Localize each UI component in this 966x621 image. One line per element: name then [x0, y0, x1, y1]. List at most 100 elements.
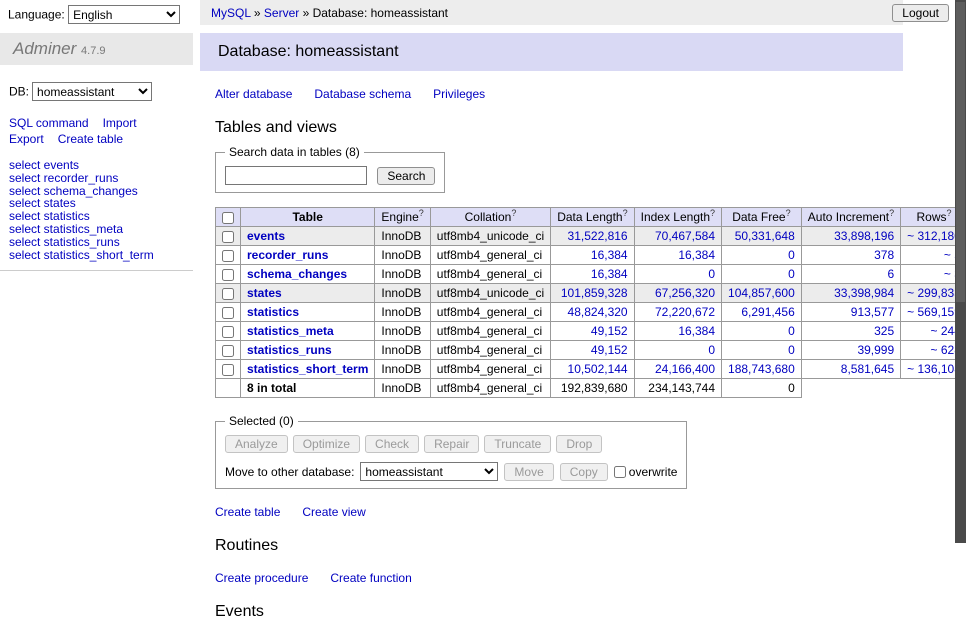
table-name-link[interactable]: statistics	[247, 305, 299, 319]
create-link[interactable]: Create view	[302, 505, 365, 519]
index-length-link[interactable]: 16,384	[678, 248, 715, 262]
data-free-cell: 0	[722, 341, 802, 360]
select-all-checkbox[interactable]	[222, 212, 234, 224]
sidebar-action-link[interactable]: SQL command	[9, 116, 89, 130]
breadcrumb-link[interactable]: Server	[264, 6, 299, 20]
data-free-link[interactable]: 104,857,600	[728, 286, 795, 300]
routine-link[interactable]: Create function	[330, 571, 411, 585]
hint-icon[interactable]: ?	[419, 208, 424, 218]
auto-increment-link[interactable]: 6	[887, 267, 894, 281]
overwrite-checkbox[interactable]	[614, 466, 626, 478]
data-free-link[interactable]: 188,743,680	[728, 362, 795, 376]
index-length-link[interactable]: 24,166,400	[655, 362, 715, 376]
drop-button[interactable]: Drop	[556, 435, 602, 453]
repair-button[interactable]: Repair	[424, 435, 479, 453]
scrollbar-thumb[interactable]	[956, 2, 965, 302]
move-db-select[interactable]: homeassistant	[360, 462, 498, 481]
data-length-link[interactable]: 49,152	[591, 324, 628, 338]
table-name-link[interactable]: states	[247, 286, 282, 300]
optimize-button[interactable]: Optimize	[293, 435, 360, 453]
data-free-link[interactable]: 50,331,648	[735, 229, 795, 243]
index-length-link[interactable]: 70,467,584	[655, 229, 715, 243]
row-checkbox[interactable]	[222, 231, 234, 243]
auto-increment-link[interactable]: 913,577	[851, 305, 894, 319]
create-link[interactable]: Create table	[215, 505, 280, 519]
data-length-link[interactable]: 10,502,144	[568, 362, 628, 376]
check-button[interactable]: Check	[365, 435, 419, 453]
copy-button[interactable]: Copy	[560, 463, 608, 481]
data-length-link[interactable]: 16,384	[591, 267, 628, 281]
engine-cell: InnoDB	[375, 227, 430, 246]
db-action-link[interactable]: Alter database	[215, 87, 292, 101]
table-name-link[interactable]: statistics_meta	[247, 324, 334, 338]
rows-count-link[interactable]: ~ 136,108	[907, 362, 961, 376]
row-checkbox[interactable]	[222, 345, 234, 357]
index-length-link[interactable]: 0	[708, 343, 715, 357]
table-name-link[interactable]: events	[247, 229, 285, 243]
language-select[interactable]: English	[68, 5, 180, 24]
move-button[interactable]: Move	[504, 463, 553, 481]
analyze-button[interactable]: Analyze	[225, 435, 288, 453]
app-logo[interactable]: Adminer	[13, 39, 76, 58]
db-action-link[interactable]: Privileges	[433, 87, 485, 101]
data-length-link[interactable]: 48,824,320	[568, 305, 628, 319]
table-name-link[interactable]: recorder_runs	[247, 248, 328, 262]
collation-cell: utf8mb4_general_ci	[430, 341, 550, 360]
db-select[interactable]: homeassistant	[32, 82, 152, 101]
data-free-link[interactable]: 0	[788, 267, 795, 281]
data-free-link[interactable]: 0	[788, 324, 795, 338]
table-row: recorder_runsInnoDButf8mb4_general_ci16,…	[216, 246, 966, 265]
row-checkbox[interactable]	[222, 364, 234, 376]
truncate-button[interactable]: Truncate	[484, 435, 551, 453]
hint-icon[interactable]: ?	[889, 208, 894, 218]
rows-count-link[interactable]: ~ 299,833	[907, 286, 961, 300]
data-length-link[interactable]: 31,522,816	[568, 229, 628, 243]
sidebar-table-link[interactable]: select statistics_short_term	[9, 248, 154, 262]
main-content: MySQL » Server » Database: homeassistant…	[200, 0, 955, 621]
selected-buttons: Analyze Optimize Check Repair Truncate Drop	[225, 435, 677, 453]
hint-icon[interactable]: ?	[511, 208, 516, 218]
breadcrumb-link[interactable]: MySQL	[211, 6, 251, 20]
rows-count-link[interactable]: ~ 569,159	[907, 305, 961, 319]
table-name-link[interactable]: schema_changes	[247, 267, 347, 281]
index-length-link[interactable]: 0	[708, 267, 715, 281]
auto-increment-link[interactable]: 378	[874, 248, 894, 262]
scrollbar[interactable]	[955, 0, 966, 543]
data-length-link[interactable]: 16,384	[591, 248, 628, 262]
rows-count-link[interactable]: ~ 312,180	[907, 229, 961, 243]
row-checkbox[interactable]	[222, 269, 234, 281]
auto-increment-link[interactable]: 33,398,984	[834, 286, 894, 300]
logout-button[interactable]: Logout	[892, 4, 949, 22]
sidebar-action-link[interactable]: Import	[103, 116, 137, 130]
index-length-link[interactable]: 67,256,320	[655, 286, 715, 300]
index-length-link[interactable]: 16,384	[678, 324, 715, 338]
row-checkbox[interactable]	[222, 307, 234, 319]
data-free-link[interactable]: 6,291,456	[741, 305, 794, 319]
data-free-link[interactable]: 0	[788, 343, 795, 357]
auto-increment-link[interactable]: 325	[874, 324, 894, 338]
overwrite-label: overwrite	[629, 465, 678, 479]
data-length-link[interactable]: 101,859,328	[561, 286, 628, 300]
index-length-link[interactable]: 72,220,672	[655, 305, 715, 319]
auto-increment-link[interactable]: 8,581,645	[841, 362, 894, 376]
data-free-link[interactable]: 0	[788, 248, 795, 262]
auto-increment-link[interactable]: 39,999	[857, 343, 894, 357]
hint-icon[interactable]: ?	[623, 208, 628, 218]
search-input[interactable]	[225, 166, 367, 185]
sidebar-action-link[interactable]: Create table	[58, 132, 123, 146]
search-button[interactable]: Search	[377, 167, 435, 185]
hint-icon[interactable]: ?	[786, 208, 791, 218]
table-name-link[interactable]: statistics_short_term	[247, 362, 368, 376]
db-action-link[interactable]: Database schema	[314, 87, 411, 101]
hint-icon[interactable]: ?	[947, 208, 952, 218]
hint-icon[interactable]: ?	[710, 208, 715, 218]
total-index-length-cell: 234,143,744	[634, 379, 721, 398]
sidebar-action-link[interactable]: Export	[9, 132, 44, 146]
row-checkbox[interactable]	[222, 326, 234, 338]
row-checkbox[interactable]	[222, 288, 234, 300]
auto-increment-link[interactable]: 33,898,196	[834, 229, 894, 243]
data-length-link[interactable]: 49,152	[591, 343, 628, 357]
row-checkbox[interactable]	[222, 250, 234, 262]
routine-link[interactable]: Create procedure	[215, 571, 308, 585]
table-name-link[interactable]: statistics_runs	[247, 343, 332, 357]
